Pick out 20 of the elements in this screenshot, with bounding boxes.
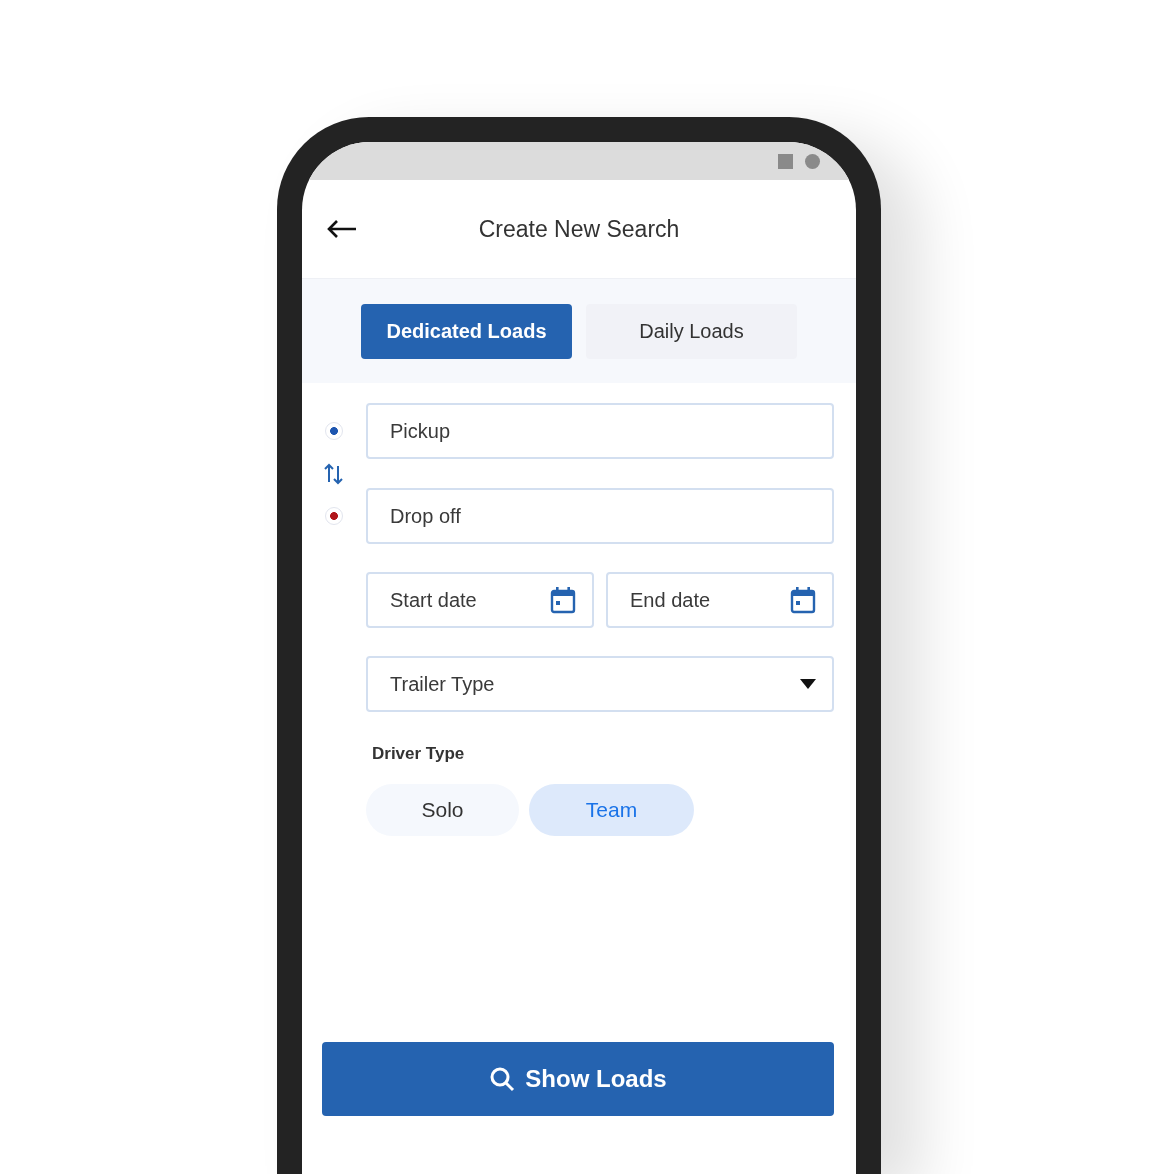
screen-title: Create New Search — [477, 215, 681, 243]
input-field[interactable]: Drop off — [366, 488, 834, 544]
input-field[interactable]: Pickup — [366, 403, 834, 459]
circle-icon — [805, 153, 820, 169]
square-icon — [778, 153, 793, 169]
calendar-icon — [790, 586, 816, 614]
tab[interactable]: Daily Loads — [586, 303, 797, 359]
date-field[interactable]: Start date — [366, 572, 594, 628]
search-icon — [489, 1066, 516, 1092]
back-arrow-icon — [326, 219, 358, 239]
caret-icon — [800, 679, 816, 689]
dropdown[interactable]: Trailer Type — [366, 656, 834, 712]
show-loads-button[interactable]: Show Loads — [322, 1042, 834, 1116]
tab[interactable]: Dedicated Loads — [361, 303, 572, 359]
section-label: Driver Type — [372, 744, 466, 764]
option-chip[interactable]: Solo — [366, 784, 519, 836]
calendar-icon — [550, 586, 576, 614]
option-chip[interactable]: Team — [529, 784, 694, 836]
swap-arrows-icon[interactable] — [323, 461, 345, 486]
date-field[interactable]: End date — [606, 572, 834, 628]
